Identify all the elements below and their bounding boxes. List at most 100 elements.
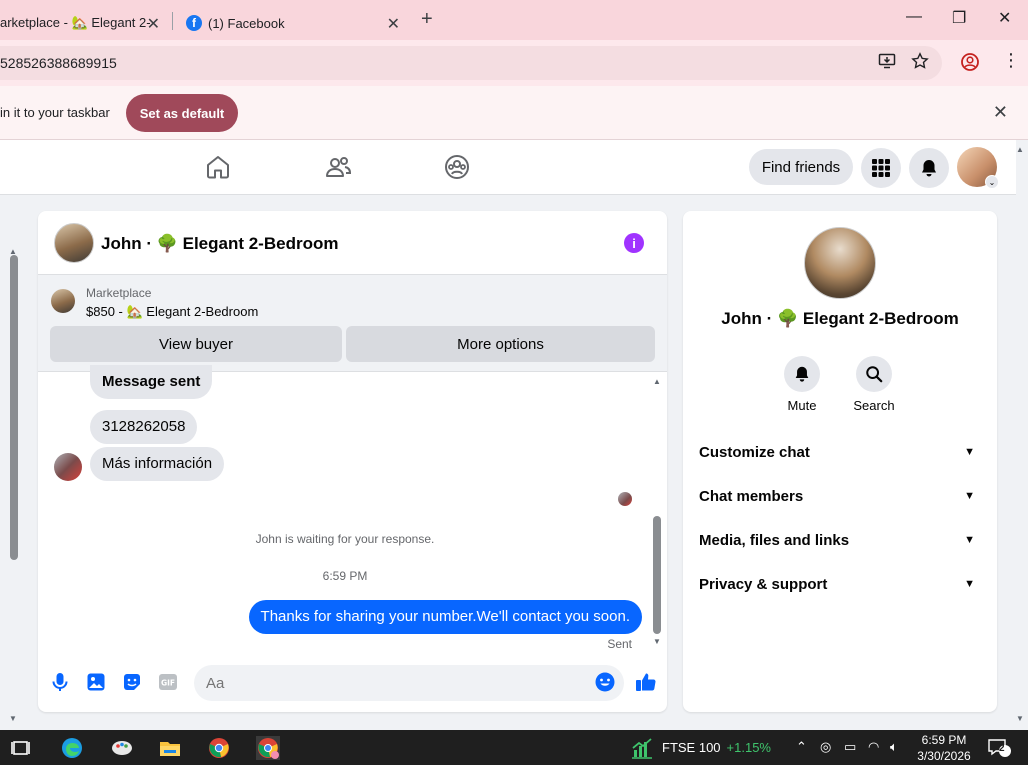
mute-action[interactable]: Mute [772, 356, 832, 413]
message-bubble[interactable]: Más información [90, 447, 225, 481]
home-nav-icon[interactable] [205, 154, 231, 180]
page-scroll-up-icon[interactable]: ▲ [1016, 145, 1024, 154]
more-options-button[interactable]: More options [346, 326, 655, 362]
search-icon[interactable] [856, 356, 892, 392]
stock-ticker[interactable]: FTSE 100 +1.15% [662, 740, 771, 755]
listing-price: $850 - 🏡 Elegant 2-Bedroom [86, 304, 259, 319]
chat-members-row[interactable]: Chat members ▼ [699, 488, 981, 512]
message-bubble[interactable]: Message sent [90, 365, 213, 399]
search-action[interactable]: Search [844, 356, 904, 413]
outgoing-message-bubble[interactable]: Thanks for sharing your number.We'll con… [248, 600, 642, 634]
svg-text:GIF: GIF [161, 679, 175, 688]
left-scrollbar[interactable]: ▲ ▼ [0, 195, 24, 725]
friends-nav-icon[interactable] [325, 154, 351, 180]
privacy-support-row[interactable]: Privacy & support ▼ [699, 576, 981, 600]
url-text: 528526388689915 [0, 55, 117, 71]
chrome-profile-icon[interactable] [256, 736, 280, 760]
photo-icon[interactable] [85, 671, 107, 693]
message-bubble[interactable]: 3128262058 [90, 410, 198, 444]
facebook-favicon-icon: f [186, 15, 202, 31]
chevron-down-icon: ▼ [964, 578, 975, 590]
chevron-down-icon: ▼ [964, 446, 975, 458]
restore-icon[interactable]: ❐ [952, 8, 966, 28]
file-explorer-icon[interactable] [158, 736, 182, 760]
page-scroll-down-icon[interactable]: ▼ [1016, 714, 1024, 723]
banner-text: in it to your taskbar [0, 105, 110, 120]
section-label: Chat members [699, 488, 804, 505]
ticker-change: +1.15% [726, 740, 771, 755]
sender-avatar[interactable] [54, 453, 82, 481]
section-label: Privacy & support [699, 576, 828, 593]
chat-title[interactable]: John · 🌳 Elegant 2-Bedroom [101, 234, 338, 254]
tab-separator [172, 12, 173, 30]
scroll-down-icon[interactable]: ▼ [9, 714, 17, 723]
info-icon[interactable]: i [624, 233, 644, 253]
close-window-icon[interactable]: ✕ [998, 8, 1011, 28]
search-label: Search [853, 398, 895, 413]
sent-status: Sent [607, 637, 632, 651]
browser-toolbar: 528526388689915 ⋮ [0, 40, 1028, 86]
volume-icon[interactable]: 🔈︎ [890, 739, 898, 755]
minimize-icon[interactable]: — [906, 8, 922, 26]
browser-tab-strip: arketplace - 🏡 Elegant 2- ✕ f (1) Facebo… [0, 0, 1028, 40]
task-view-icon[interactable] [10, 736, 34, 760]
find-friends-button[interactable]: Find friends [749, 149, 853, 185]
battery-icon[interactable]: ▭ [844, 739, 856, 755]
show-hidden-icons-chevron-icon[interactable]: ⌃ [796, 739, 807, 755]
bookmark-star-icon[interactable] [911, 52, 929, 70]
message-input[interactable] [194, 665, 624, 701]
chat-scroll-thumb[interactable] [653, 516, 661, 634]
profile-icon[interactable] [960, 52, 980, 72]
facebook-header: Find friends ⌄ [0, 140, 1016, 195]
media-files-links-row[interactable]: Media, files and links ▼ [699, 532, 981, 556]
gif-icon[interactable]: GIF [157, 671, 179, 693]
chevron-down-icon: ⌄ [985, 175, 999, 189]
account-avatar[interactable]: ⌄ [957, 147, 999, 189]
notification-count-badge: 2 [999, 743, 1005, 754]
panel-chat-name: John · 🌳 Elegant 2-Bedroom [721, 309, 959, 328]
set-as-default-button[interactable]: Set as default [126, 94, 238, 132]
windows-taskbar: FTSE 100 +1.15% ⌃ ◎ ▭ ◠ 🔈︎ 6:59 PM 3/30/2… [0, 730, 1028, 765]
close-tab-icon[interactable]: ✕ [387, 14, 400, 34]
chat-scroll-up-icon[interactable]: ▲ [653, 377, 661, 386]
emoji-icon[interactable] [594, 671, 616, 693]
bell-icon[interactable] [784, 356, 820, 392]
address-bar[interactable]: 528526388689915 [0, 46, 942, 80]
install-app-icon[interactable] [878, 52, 896, 70]
stock-chart-icon[interactable] [630, 736, 654, 760]
message-composer: GIF [38, 658, 667, 712]
listing-avatar[interactable] [54, 223, 94, 263]
chat-scroll-down-icon[interactable]: ▼ [653, 637, 661, 646]
message-timestamp: 6:59 PM [322, 569, 368, 583]
thumbs-up-icon[interactable] [634, 670, 658, 694]
menu-button[interactable] [861, 148, 901, 188]
new-tab-button[interactable]: + [421, 8, 433, 31]
listing-avatar-large[interactable] [804, 227, 876, 299]
edge-browser-icon[interactable] [60, 736, 84, 760]
browser-menu-icon[interactable]: ⋮ [1002, 51, 1020, 69]
tab-marketplace[interactable]: arketplace - 🏡 Elegant 2- ✕ [0, 6, 170, 40]
meet-icon[interactable]: ◎ [820, 739, 831, 755]
wifi-icon[interactable]: ◠ [868, 739, 879, 755]
chat-info-panel: John · 🌳 Elegant 2-Bedroom Mute Search C… [683, 211, 997, 712]
chat-window: John · 🌳 Elegant 2-Bedroom i Marketplace… [38, 211, 667, 712]
customize-chat-row[interactable]: Customize chat ▼ [699, 444, 981, 468]
tab-facebook[interactable]: f (1) Facebook ✕ [178, 6, 410, 40]
clock-time: 6:59 PM [921, 733, 967, 747]
marketplace-card: Marketplace $850 - 🏡 Elegant 2-Bedroom V… [38, 275, 667, 372]
section-label: Customize chat [699, 444, 810, 461]
close-tab-icon[interactable]: ✕ [147, 14, 160, 34]
close-banner-icon[interactable]: ✕ [993, 102, 1008, 123]
waiting-notice: John is waiting for your response. [255, 532, 435, 546]
notifications-button[interactable] [909, 148, 949, 188]
groups-nav-icon[interactable] [444, 154, 470, 180]
scroll-thumb[interactable] [10, 255, 18, 560]
listing-thumbnail [51, 289, 75, 313]
chrome-icon[interactable] [207, 736, 231, 760]
sticker-icon[interactable] [121, 671, 143, 693]
view-buyer-button[interactable]: View buyer [50, 326, 342, 362]
chat-header: John · 🌳 Elegant 2-Bedroom i [38, 211, 667, 275]
taskbar-clock[interactable]: 6:59 PM 3/30/2026 [912, 732, 976, 764]
microphone-icon[interactable] [49, 671, 71, 693]
paint-app-icon[interactable] [110, 736, 134, 760]
